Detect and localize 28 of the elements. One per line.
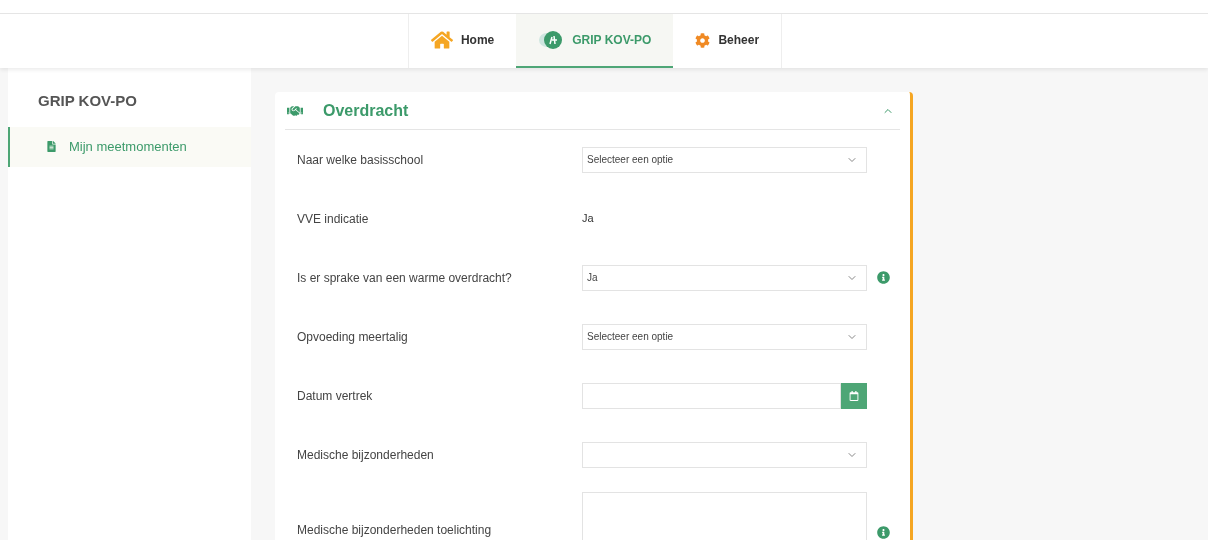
field-value: Ja <box>582 211 595 227</box>
info-icon[interactable] <box>877 271 890 284</box>
select-placeholder: Selecteer een optie <box>587 330 674 344</box>
house-icon <box>430 29 453 51</box>
field-label: Datum vertrek <box>297 387 374 405</box>
date-field[interactable] <box>582 382 841 409</box>
nav-tab[interactable]: Home <box>408 14 517 68</box>
select-field[interactable]: Selecteer een optie <box>582 146 867 173</box>
field-label: VVE indicatie <box>297 210 370 228</box>
select-field[interactable] <box>582 441 867 468</box>
field-label: Naar welke basisschool <box>297 151 425 169</box>
field-label: Opvoeding meertalig <box>297 328 409 346</box>
gear-icon <box>695 32 711 48</box>
calendar-button[interactable] <box>841 382 867 409</box>
select-placeholder: Selecteer een optie <box>587 153 674 167</box>
field-label: Medische bijzonderheden toelichting <box>297 522 493 539</box>
nav-tab[interactable]: Beheer <box>673 14 782 68</box>
select-field[interactable]: Selecteer een optie <box>582 323 867 350</box>
field-label: Medische bijzonderheden <box>297 446 435 464</box>
document-icon <box>46 141 57 152</box>
select-value: Ja <box>587 271 598 285</box>
logo-icon <box>538 29 565 51</box>
select-field[interactable]: Ja <box>582 264 867 291</box>
calendar-icon <box>849 390 859 401</box>
section-title: Overdracht <box>323 100 410 121</box>
sidebar-title: GRIP KOV-PO <box>37 91 138 111</box>
info-icon[interactable] <box>877 526 890 539</box>
field-label: Is er sprake van een warme overdracht? <box>297 269 513 287</box>
